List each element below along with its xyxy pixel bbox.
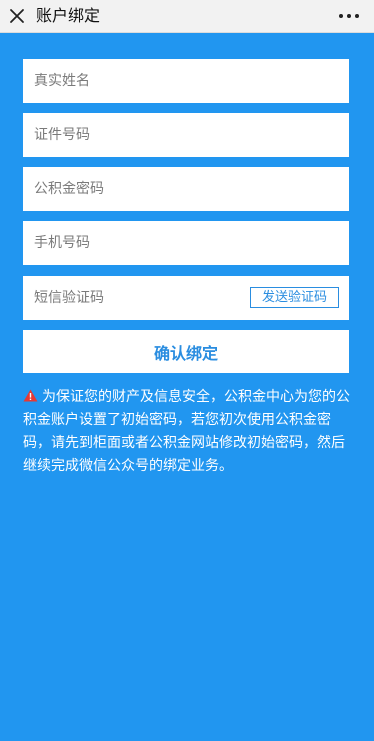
real-name-input[interactable] <box>23 59 349 103</box>
send-code-button[interactable]: 发送验证码 <box>250 287 339 308</box>
notice-text: 为保证您的财产及信息安全，公积金中心为您的公积金账户设置了初始密码，若您初次使用… <box>23 389 350 474</box>
top-bar: 账户绑定 <box>0 0 374 33</box>
confirm-bind-button[interactable]: 确认绑定 <box>23 330 349 373</box>
warning-icon <box>23 389 38 402</box>
phone-input[interactable] <box>23 221 349 265</box>
fund-password-input[interactable] <box>23 167 349 211</box>
phone-field <box>23 221 349 265</box>
close-icon[interactable] <box>8 7 26 25</box>
fund-password-field <box>23 167 349 211</box>
id-number-input[interactable] <box>23 113 349 157</box>
sms-code-field: 发送验证码 <box>23 276 349 320</box>
id-number-field <box>23 113 349 157</box>
real-name-field <box>23 59 349 103</box>
more-icon[interactable] <box>338 13 360 19</box>
security-notice: 为保证您的财产及信息安全，公积金中心为您的公积金账户设置了初始密码，若您初次使用… <box>23 386 353 478</box>
page-title: 账户绑定 <box>36 6 101 25</box>
